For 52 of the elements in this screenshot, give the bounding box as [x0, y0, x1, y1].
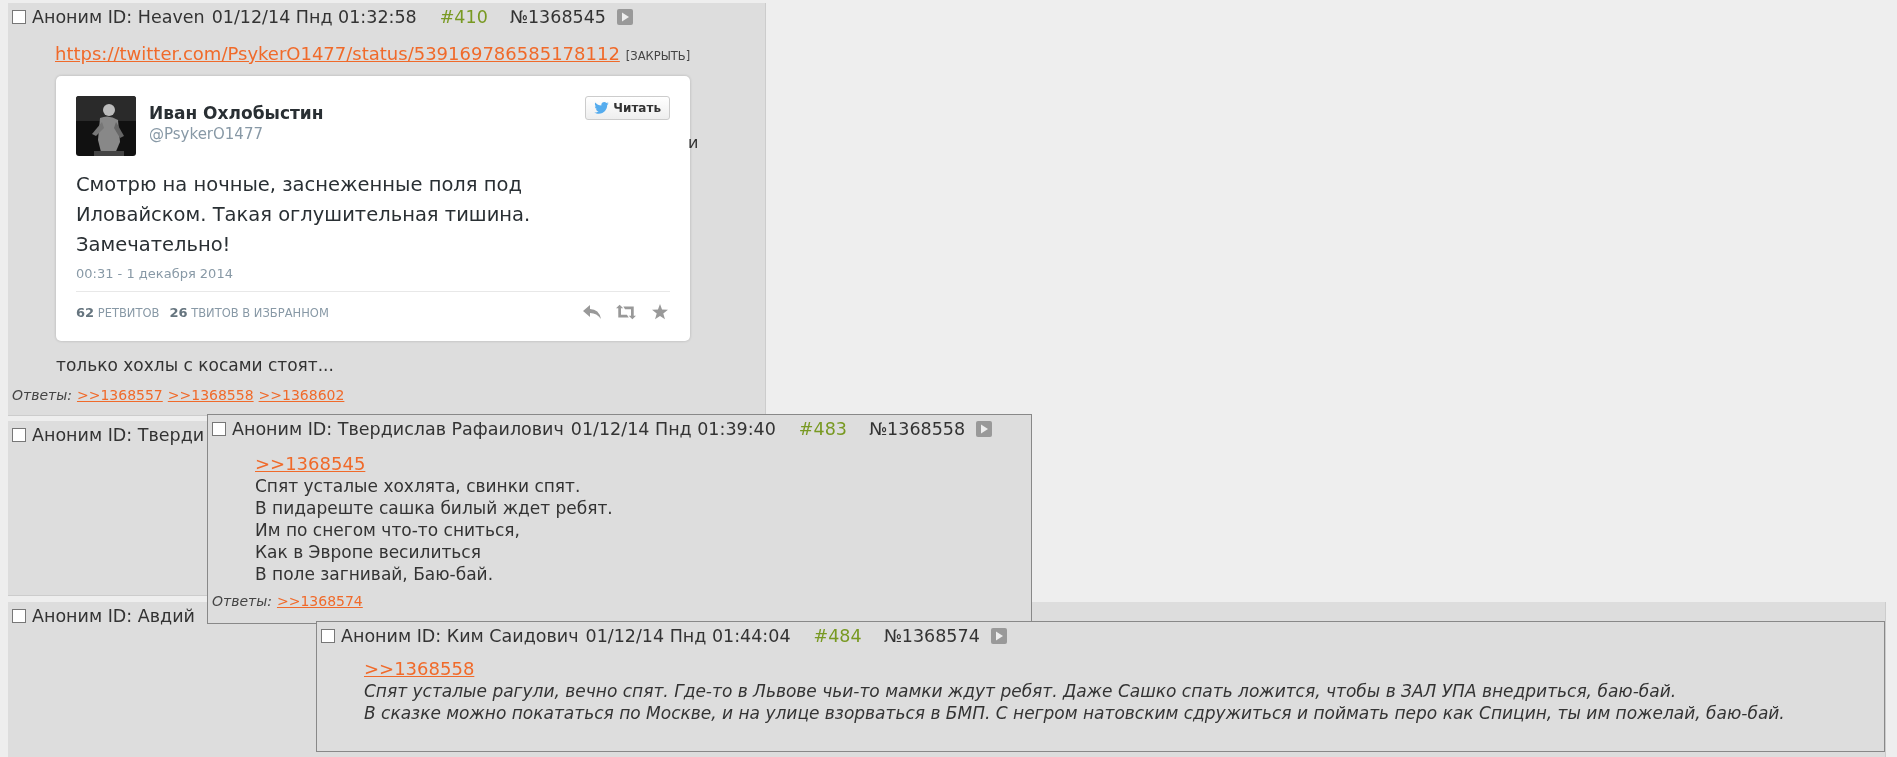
close-link[interactable]: [ЗАКРЫТЬ] — [625, 49, 691, 63]
play-icon[interactable] — [616, 9, 633, 25]
post-text-line: Им по снегом что-то сниться, — [255, 519, 521, 541]
author-name[interactable]: Иван Охлобыстин — [149, 103, 324, 123]
tweet-text: Смотрю на ночные, заснеженные поля под Иловайском. Такая оглушительная тишина. Замечательно! — [76, 172, 532, 258]
reply-link[interactable]: >>1368574 — [276, 593, 363, 609]
replies-label: Ответы: — [212, 593, 272, 609]
tweet-time[interactable]: 00:31 - 1 декабря 2014 — [76, 266, 670, 292]
checkbox[interactable] — [321, 629, 335, 643]
tweet-link[interactable]: https://twitter.com/PsykerO1477/status/539169786585178112 — [55, 43, 620, 64]
post-date: 01/12/14 Пнд 01:44:04 — [585, 626, 791, 646]
text-fragment: и — [688, 133, 699, 152]
post-text-line: Спят усталые хохлята, свинки спят. — [255, 475, 582, 497]
replies-label: Ответы: — [12, 387, 72, 403]
post-text-line: Спят усталые рагули, вечно спят. Где-то в Львове чьи-то мамки ждут ребят. Даже Сашко спать ложится, чтобы в ЗАЛ УПА внедриться, баю-бай. — [364, 680, 1678, 702]
post-number: #484 — [813, 626, 862, 646]
retweet-icon[interactable] — [616, 304, 636, 320]
quote-link[interactable]: >>1368558 — [364, 658, 475, 679]
post-number: #410 — [439, 7, 488, 27]
post-text-line: В поле загнивай, Баю-бай. — [255, 563, 495, 585]
checkbox[interactable] — [12, 428, 26, 442]
post-text-line: В сказке можно покататься по Москве, и на улице взорваться в БМП. С негром натовским сдружиться и поймать перо как Спицин, ты им пожелай, баю-бай. — [364, 702, 1786, 724]
reply-link[interactable]: >>1368558 — [167, 387, 254, 403]
post-id[interactable]: №1368545 — [509, 7, 606, 27]
post-author: Аноним ID: Тверди — [32, 425, 205, 445]
author-handle[interactable]: @PsykerO1477 — [149, 125, 324, 143]
star-icon[interactable] — [650, 304, 670, 320]
post-author: Аноним ID: Heaven — [32, 7, 205, 27]
post-author: Аноним ID: Твердислав Рафаилович — [232, 419, 564, 439]
post-date: 01/12/14 Пнд 01:39:40 — [570, 419, 776, 439]
play-icon[interactable] — [990, 628, 1007, 644]
favorite-count[interactable]: 26 ТВИТОВ В ИЗБРАННОМ — [169, 304, 329, 320]
retweet-count[interactable]: 62 РЕТВИТОВ — [76, 304, 160, 320]
reply-link[interactable]: >>1368557 — [76, 387, 163, 403]
post-author: Аноним ID: Авдий — [32, 606, 195, 626]
post-author: Аноним ID: Ким Саидович — [341, 626, 579, 646]
bird-icon — [594, 102, 610, 114]
post-id[interactable]: №1368574 — [883, 626, 980, 646]
follow-button[interactable]: Читать — [585, 96, 670, 120]
post-text-line: Как в Эвропе весилиться — [255, 541, 482, 563]
post-text: только хохлы с косами стоят... — [56, 355, 335, 375]
reply-link[interactable]: >>1368602 — [258, 387, 345, 403]
checkbox[interactable] — [12, 10, 26, 24]
play-icon[interactable] — [976, 421, 993, 437]
reply-icon[interactable] — [582, 304, 602, 320]
post-date: 01/12/14 Пнд 01:32:58 — [211, 7, 417, 27]
post-text-line: В пидареште сашка билый ждет ребят. — [255, 497, 614, 519]
checkbox[interactable] — [212, 422, 226, 436]
post-number: #483 — [798, 419, 847, 439]
quote-link[interactable]: >>1368545 — [255, 453, 366, 474]
post-id[interactable]: №1368558 — [868, 419, 966, 439]
checkbox[interactable] — [12, 609, 26, 623]
